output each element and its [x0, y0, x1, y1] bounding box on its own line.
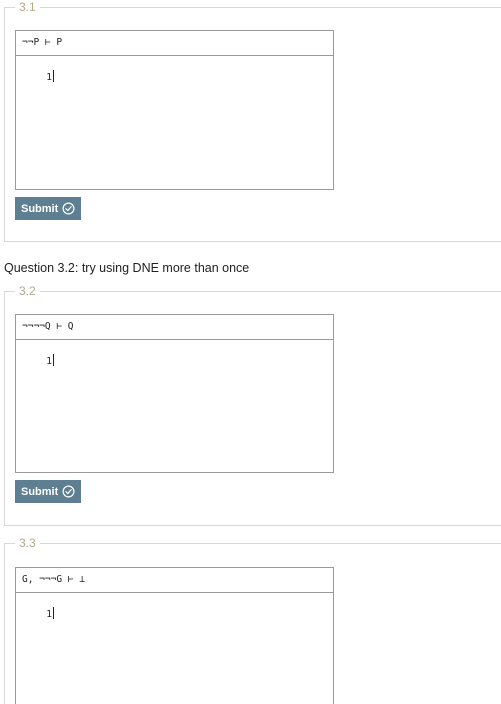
- proof-editor[interactable]: G, ¬¬¬G ⊢ ⊥ 1: [15, 567, 334, 704]
- question-legend: 3.1: [19, 0, 36, 14]
- question-3-2: 3.2 ¬¬¬¬Q ⊢ Q 1 Submit: [4, 284, 501, 526]
- proof-goal: G, ¬¬¬G ⊢ ⊥: [16, 568, 333, 593]
- proof-input-area[interactable]: 1: [16, 56, 333, 83]
- proof-editor[interactable]: ¬¬P ⊢ P 1: [15, 30, 334, 190]
- text-cursor: [53, 354, 54, 366]
- proof-input-area[interactable]: 1: [16, 593, 333, 620]
- question-legend: 3.2: [19, 284, 36, 298]
- question-legend: 3.3: [19, 536, 36, 550]
- submit-button[interactable]: Submit: [15, 480, 82, 503]
- question-prompt: Question 3.2: try using DNE more than on…: [4, 261, 250, 275]
- line-number: 1: [46, 609, 52, 620]
- question-3-1: 3.1 ¬¬P ⊢ P 1 Submit: [4, 0, 501, 242]
- proof-input-area[interactable]: 1: [16, 340, 333, 367]
- proof-goal: ¬¬P ⊢ P: [16, 31, 333, 56]
- page: 3.1 ¬¬P ⊢ P 1 Submit Question 3.2: try u…: [0, 0, 501, 704]
- submit-label: Submit: [21, 202, 59, 215]
- proof-editor[interactable]: ¬¬¬¬Q ⊢ Q 1: [15, 314, 334, 473]
- submit-button[interactable]: Submit: [15, 197, 82, 220]
- question-3-3: 3.3 G, ¬¬¬G ⊢ ⊥ 1: [4, 536, 501, 704]
- check-circle-icon: [62, 485, 75, 498]
- proof-goal: ¬¬¬¬Q ⊢ Q: [16, 315, 333, 340]
- check-circle-icon: [62, 202, 75, 215]
- text-cursor: [53, 70, 54, 82]
- line-number: 1: [46, 72, 52, 83]
- line-number: 1: [46, 356, 52, 367]
- submit-label: Submit: [21, 485, 59, 498]
- text-cursor: [53, 607, 54, 619]
